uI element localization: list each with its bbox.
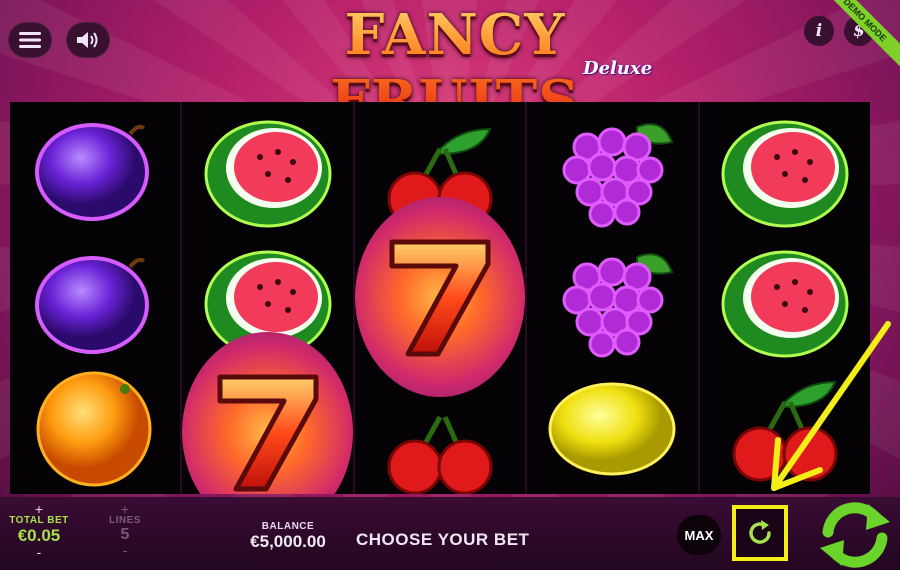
spin-arrows-icon xyxy=(820,502,890,568)
info-button[interactable]: i xyxy=(804,16,834,46)
total-bet-control: + TOTAL BET €0.05 - xyxy=(8,502,70,559)
seven-icon xyxy=(217,374,319,492)
autoplay-button[interactable] xyxy=(732,505,788,561)
total-bet-decrease-button[interactable]: - xyxy=(8,545,70,559)
reel-1 xyxy=(10,102,181,494)
total-bet-value: €0.05 xyxy=(17,526,61,545)
orange-symbol xyxy=(10,364,180,494)
grapes-symbol xyxy=(527,237,697,367)
grapes-icon xyxy=(562,123,674,228)
reel-4 xyxy=(527,102,698,494)
cherry-icon xyxy=(387,415,493,494)
lines-control: + LINES 5 - xyxy=(100,502,150,557)
plum-symbol xyxy=(10,237,180,367)
seven-symbol xyxy=(354,197,526,397)
balance-display: BALANCE €5,000.00 xyxy=(228,521,348,552)
total-bet-label: TOTAL BET xyxy=(9,515,69,526)
lines-label: LINES xyxy=(109,515,141,526)
speaker-icon xyxy=(77,32,98,48)
grapes-icon xyxy=(562,253,674,358)
watermelon-symbol xyxy=(182,107,352,237)
lines-decrease-button[interactable]: - xyxy=(100,543,150,557)
watermelon-symbol xyxy=(700,107,870,237)
watermelon-icon xyxy=(204,120,332,228)
refresh-icon xyxy=(749,520,771,544)
lemon-icon xyxy=(548,382,676,476)
max-bet-label: MAX xyxy=(684,527,714,543)
orange-icon xyxy=(36,371,152,487)
spin-button[interactable] xyxy=(815,500,895,570)
lines-increase-button[interactable]: + xyxy=(100,502,150,516)
balance-value: €5,000.00 xyxy=(250,532,326,551)
total-bet-increase-button[interactable]: + xyxy=(8,502,70,516)
hamburger-menu-icon xyxy=(19,32,41,48)
info-icon: i xyxy=(815,21,823,41)
max-bet-button[interactable]: MAX xyxy=(677,515,721,555)
plum-icon xyxy=(35,256,150,354)
reel-3 xyxy=(354,102,526,494)
status-message: CHOOSE YOUR BET xyxy=(356,530,530,549)
lemon-symbol xyxy=(527,364,697,494)
sound-button[interactable] xyxy=(66,22,110,58)
plum-icon xyxy=(35,123,150,221)
seven-icon xyxy=(389,239,491,357)
pointer-arrow-annotation xyxy=(771,321,891,491)
grapes-symbol xyxy=(527,107,697,237)
plum-symbol xyxy=(10,104,180,234)
cherry-symbol xyxy=(355,392,525,494)
balance-label: BALANCE xyxy=(261,521,315,532)
watermelon-icon xyxy=(721,120,849,228)
game-subtitle: Deluxe xyxy=(583,58,653,79)
reel-2 xyxy=(182,102,353,494)
menu-button[interactable] xyxy=(8,22,52,58)
